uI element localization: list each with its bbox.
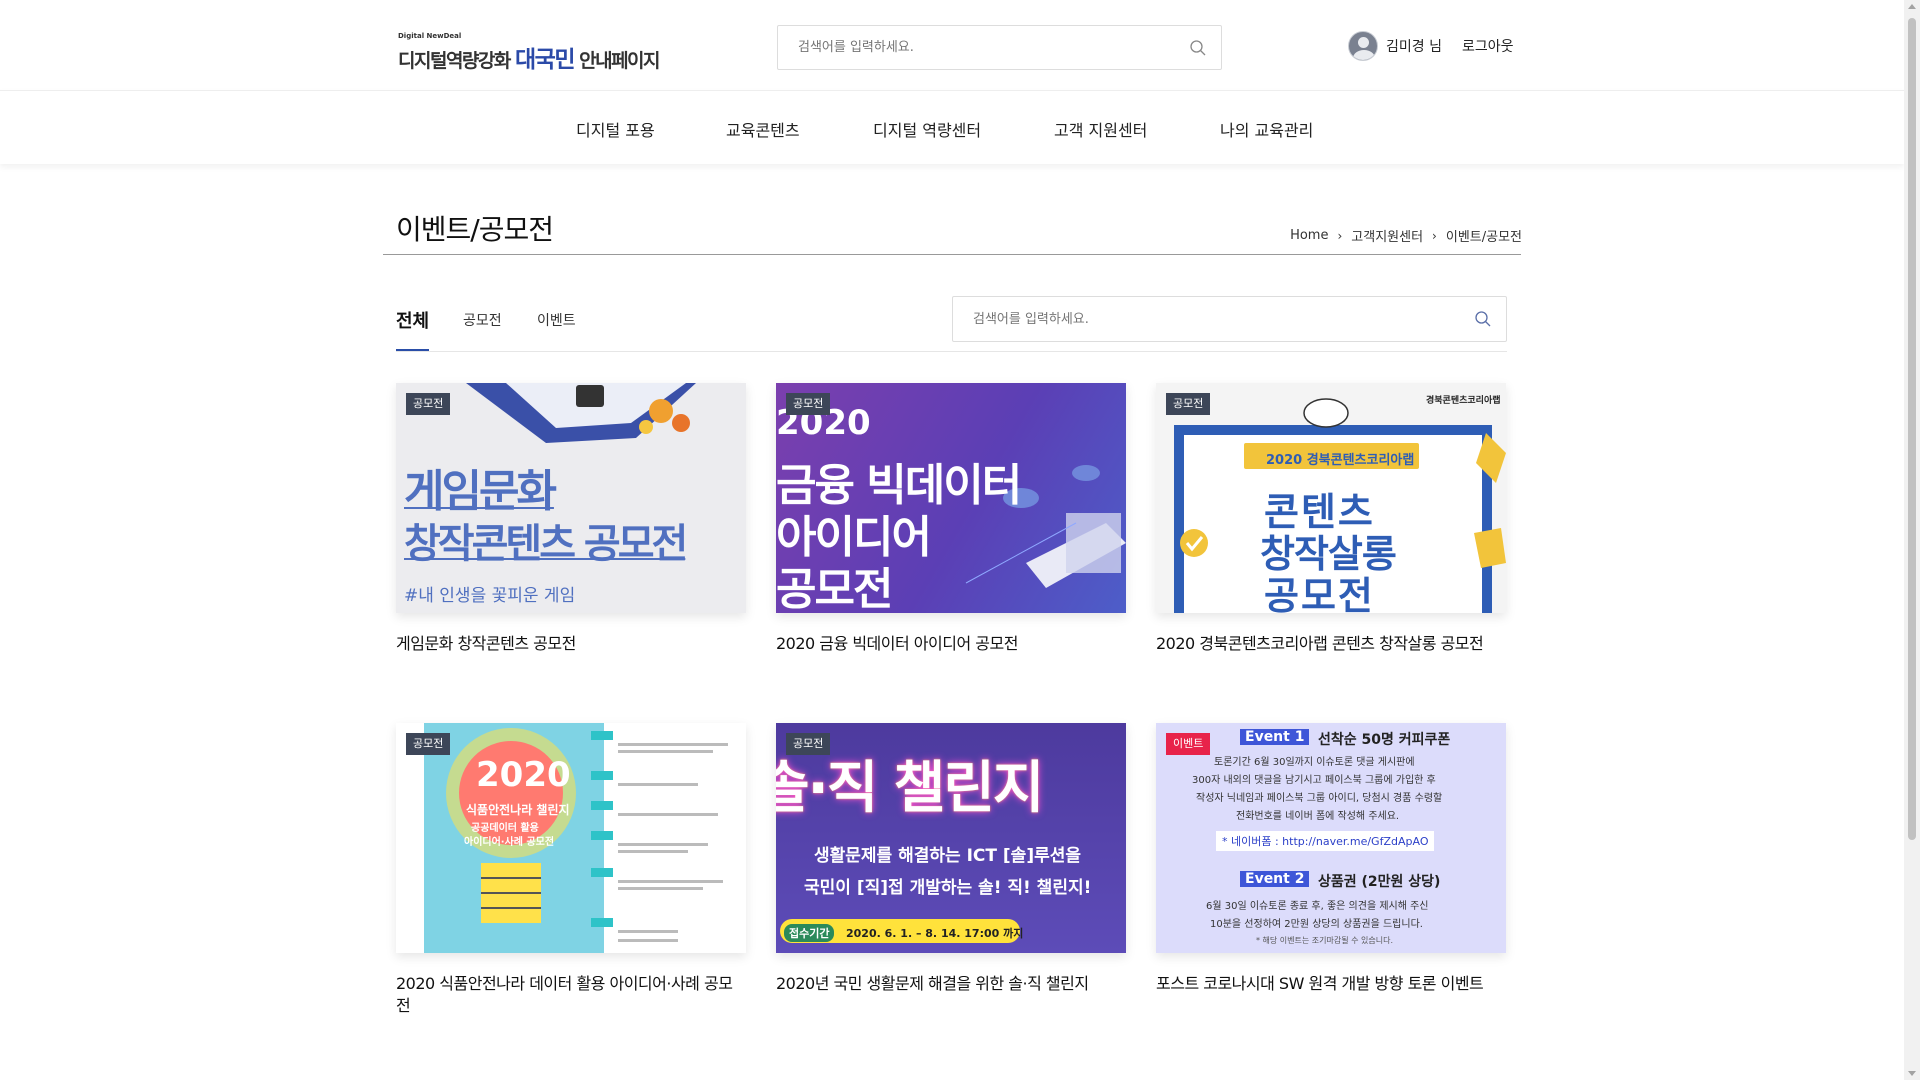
nav-item-digital-center[interactable]: 디지털 역량센터 bbox=[873, 117, 981, 141]
breadcrumb-home[interactable]: Home bbox=[1290, 228, 1328, 243]
banner-heading: 게임문화 bbox=[404, 466, 557, 517]
nav-item-my-education[interactable]: 나의 교육관리 bbox=[1220, 117, 1313, 141]
card-item[interactable]: 공모전 솔·직 챌린지 생활문제를 해결하는 ICT [솔]루션을 국민이 [직… bbox=[776, 723, 1126, 995]
card-title[interactable]: 포스트 코로나시대 SW 원격 개발 방향 토론 이벤트 bbox=[1156, 973, 1506, 995]
card-item[interactable]: 공모전 2020 식품안전나라 챌린지 공공데이터 활용 아이디어·사례 공모전… bbox=[396, 723, 746, 1017]
user-name[interactable]: 김미경 님 bbox=[1386, 36, 1442, 56]
card-badge: 공모전 bbox=[406, 393, 451, 415]
banner-decoration bbox=[446, 728, 728, 942]
logout-link[interactable]: 로그아웃 bbox=[1462, 36, 1514, 56]
logo-small-text: Digital NewDeal bbox=[398, 32, 462, 40]
breadcrumb: Home › 고객지원센터 › 이벤트/공모전 bbox=[1290, 226, 1522, 245]
nav-item-education-contents[interactable]: 교육콘텐츠 bbox=[726, 117, 800, 141]
event1-title: 선착순 50명 커피쿠폰 bbox=[1318, 732, 1451, 748]
event2-line-2: 10분을 선정하여 2만원 상당의 상품권을 드립니다. bbox=[1210, 919, 1423, 930]
list-search bbox=[952, 296, 1507, 342]
card-item[interactable]: 이벤트 Event 1 선착순 50명 커피쿠폰 토론기간 6월 30일까지 이… bbox=[1156, 723, 1506, 995]
tab-all[interactable]: 전체 bbox=[396, 307, 429, 333]
event1-form-link: * 네이버폼 : http://naver.me/GfZdApAO bbox=[1216, 831, 1435, 851]
user-area: 김미경 님 로그아웃 bbox=[1348, 30, 1514, 62]
card-thumbnail[interactable]: 이벤트 Event 1 선착순 50명 커피쿠폰 토론기간 6월 30일까지 이… bbox=[1156, 723, 1506, 953]
event2-tag: Event 2 bbox=[1240, 871, 1310, 887]
card-title[interactable]: 2020 식품안전나라 데이터 활용 아이디어·사례 공모전 bbox=[396, 973, 746, 1017]
card-artwork: Event 1 선착순 50명 커피쿠폰 토론기간 6월 30일까지 이슈토론 … bbox=[1156, 723, 1506, 953]
card-artwork: 경북콘텐츠코리아랩 2020 경북콘텐츠코리아랩 콘텐츠 창작살롱 공모전 bbox=[1156, 383, 1506, 613]
card-thumbnail[interactable]: 공모전 솔·직 챌린지 생활문제를 해결하는 ICT [솔]루션을 국민이 [직… bbox=[776, 723, 1126, 953]
card-badge: 공모전 bbox=[1166, 393, 1211, 415]
header-search bbox=[777, 25, 1222, 70]
event1-line-1: 토론기간 6월 30일까지 이슈토론 댓글 게시판에 bbox=[1214, 757, 1415, 768]
card-thumbnail[interactable]: 공모전 2020 식품안전나라 챌린지 공공데이터 활용 아이디어·사례 공모전 bbox=[396, 723, 746, 953]
card-title[interactable]: 2020년 국민 생활문제 해결을 위한 솔·직 챌린지 bbox=[776, 973, 1126, 995]
banner-suffix: 공모전 bbox=[1264, 574, 1375, 613]
card-badge: 공모전 bbox=[406, 733, 451, 755]
main-navigation: 디지털 포용 교육콘텐츠 디지털 역량센터 고객 지원센터 나의 교육관리 bbox=[0, 90, 1904, 164]
card-title[interactable]: 2020 금융 빅데이터 아이디어 공모전 bbox=[776, 633, 1126, 655]
breadcrumb-current: 이벤트/공모전 bbox=[1445, 230, 1522, 245]
card-thumbnail[interactable]: 공모전 2020 금융 빅데이터 아이디어 공모전 bbox=[776, 383, 1126, 613]
logo-main-text: 디지털역량강화 대국민 안내페이지 bbox=[398, 40, 661, 74]
page-title: 이벤트/공모전 bbox=[396, 213, 554, 246]
card-title[interactable]: 게임문화 창작콘텐츠 공모전 bbox=[396, 633, 746, 655]
banner-subheading: 창작콘텐츠 공모전 bbox=[404, 521, 688, 567]
banner-subheading: 공공데이터 활용 bbox=[471, 823, 539, 834]
nav-item-customer-support[interactable]: 고객 지원센터 bbox=[1054, 117, 1147, 141]
scroll-down-icon[interactable] bbox=[1908, 1071, 1916, 1076]
logo-suffix: 안내페이지 bbox=[579, 50, 660, 72]
card-artwork: 2020 식품안전나라 챌린지 공공데이터 활용 아이디어·사례 공모전 bbox=[396, 723, 746, 953]
banner-date-value: 2020. 6. 1. – 8. 14. 17:00 까지 bbox=[846, 927, 1024, 940]
event-notice: * 해당 이벤트는 조기마감될 수 있습니다. bbox=[1256, 936, 1394, 945]
card-item[interactable]: 공모전 2020 금융 빅데이터 아이디어 공모전 2020 금융 빅데이터 아… bbox=[776, 383, 1126, 655]
card-badge: 공모전 bbox=[786, 733, 831, 755]
banner-logo-text: 경북콘텐츠코리아랩 bbox=[1426, 396, 1501, 406]
scrollbar-thumb[interactable] bbox=[1908, 18, 1916, 840]
banner-heading: 솔·직 챌린지 bbox=[776, 756, 1044, 821]
chevron-right-icon: › bbox=[1432, 228, 1437, 243]
breadcrumb-customer-support[interactable]: 고객지원센터 bbox=[1351, 226, 1423, 245]
event1-tag: Event 1 bbox=[1240, 729, 1310, 745]
user-avatar-icon[interactable] bbox=[1348, 31, 1378, 61]
event2-title: 상품권 (2만원 상당) bbox=[1318, 874, 1441, 890]
page-scrollbar[interactable] bbox=[1904, 0, 1920, 1080]
banner-line-1: 생활문제를 해결하는 ICT [솔]루션을 bbox=[814, 846, 1082, 866]
event1-line-3: 작성자 닉네임과 페이스북 그룹 아이디, 당첨시 경품 수령할 bbox=[1196, 793, 1443, 804]
card-title[interactable]: 2020 경북콘텐츠코리아랩 콘텐츠 창작살롱 공모전 bbox=[1156, 633, 1506, 655]
banner-label: 2020 경북콘텐츠코리아랩 bbox=[1266, 453, 1415, 468]
banner-date-label: 접수기간 bbox=[784, 924, 835, 942]
banner-suffix: 아이디어·사례 공모전 bbox=[464, 837, 555, 848]
active-tab-indicator bbox=[396, 349, 429, 351]
card-badge: 공모전 bbox=[786, 393, 831, 415]
card-artwork: 솔·직 챌린지 생활문제를 해결하는 ICT [솔]루션을 국민이 [직]접 개… bbox=[776, 723, 1126, 953]
logo-prefix: 디지털역량강화 bbox=[398, 50, 511, 72]
tab-event[interactable]: 이벤트 bbox=[537, 310, 576, 330]
logo-accent: 대국민 bbox=[515, 47, 575, 73]
card-thumbnail[interactable]: 공모전 경북콘텐츠코리아랩 2020 경북콘텐츠코리아랩 콘텐츠 창작살롱 공모… bbox=[1156, 383, 1506, 613]
card-artwork: 게임문화 창작콘텐츠 공모전 #내 인생을 꽃피운 게임 bbox=[396, 383, 746, 613]
site-logo[interactable]: Digital NewDeal 디지털역량강화 대국민 안내페이지 bbox=[398, 32, 661, 73]
event2-line-1: 6월 30일 이슈토론 종료 후, 좋은 의견을 제시해 주신 bbox=[1206, 901, 1429, 912]
scroll-up-icon[interactable] bbox=[1908, 4, 1916, 9]
event1-line-2: 300자 내외의 댓글을 남기시고 페이스북 그룹에 가입한 후 bbox=[1192, 775, 1436, 786]
tabs-divider bbox=[396, 351, 1507, 352]
search-icon[interactable] bbox=[1189, 39, 1207, 57]
card-thumbnail[interactable]: 공모전 게임문화 창작콘텐츠 공모전 #내 인생을 꽃피운 게임 bbox=[396, 383, 746, 613]
banner-heading: 식품안전나라 챌린지 bbox=[466, 803, 570, 817]
card-item[interactable]: 공모전 경북콘텐츠코리아랩 2020 경북콘텐츠코리아랩 콘텐츠 창작살롱 공모… bbox=[1156, 383, 1506, 655]
chevron-right-icon: › bbox=[1337, 228, 1343, 243]
header-search-input[interactable] bbox=[778, 26, 1158, 69]
banner-line-2: 국민이 [직]접 개발하는 솔! 직! 챌린지! bbox=[804, 878, 1092, 898]
title-divider bbox=[383, 254, 1521, 255]
banner-tagline: #내 인생을 꽃피운 게임 bbox=[404, 586, 576, 606]
banner-year: 2020 bbox=[476, 755, 571, 795]
event1-line-4: 전화번호를 네이버 폼에 작성해 주세요. bbox=[1236, 811, 1400, 822]
tab-contest[interactable]: 공모전 bbox=[463, 310, 502, 330]
list-search-input[interactable] bbox=[953, 297, 1433, 341]
nav-item-digital-inclusion[interactable]: 디지털 포용 bbox=[576, 117, 655, 141]
card-item[interactable]: 공모전 게임문화 창작콘텐츠 공모전 #내 인생을 꽃피운 게임 게임문화 창작… bbox=[396, 383, 746, 655]
card-artwork: 2020 금융 빅데이터 아이디어 공모전 bbox=[776, 383, 1126, 613]
search-icon[interactable] bbox=[1474, 310, 1492, 328]
site-header: Digital NewDeal 디지털역량강화 대국민 안내페이지 김미경 님 … bbox=[0, 0, 1904, 90]
banner-suffix: 공모전 bbox=[776, 564, 893, 613]
card-badge: 이벤트 bbox=[1166, 733, 1211, 755]
